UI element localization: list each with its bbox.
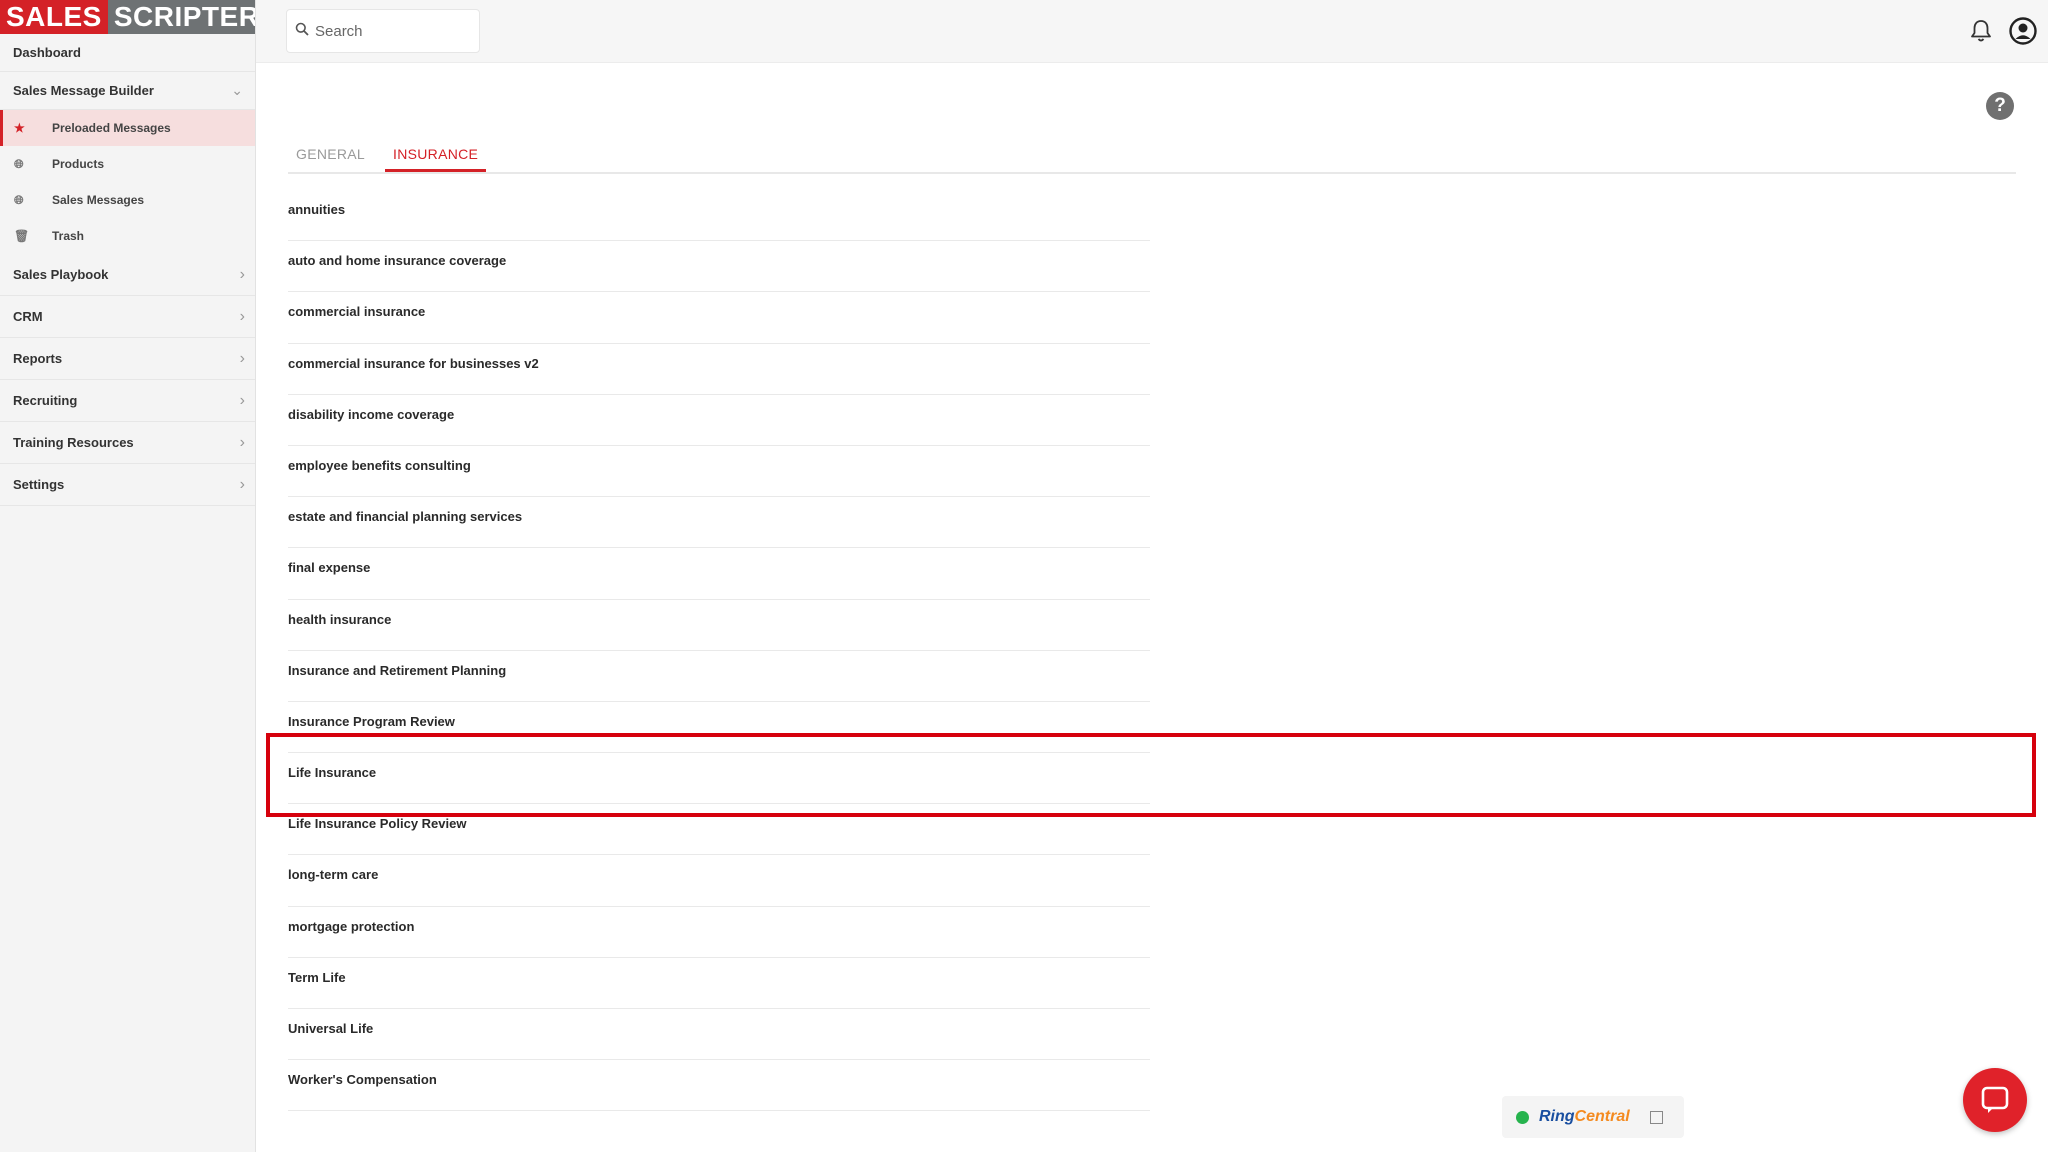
sidebar-item-label: CRM [13,309,43,324]
sidebar-subitem-label: Trash [52,229,85,243]
list-item[interactable]: Life Insurance [288,753,1150,805]
list-item[interactable]: health insurance [288,600,1150,651]
sales-scripter-logo[interactable]: SALES SCRIPTER [0,0,255,34]
top-bar [256,0,2048,63]
chevron-right-icon: › [239,391,245,409]
chevron-right-icon: › [239,433,245,451]
sidebar-item-label: Training Resources [13,435,134,450]
preloaded-message-list: annuities auto and home insurance covera… [288,190,1150,1112]
ringcentral-widget[interactable]: RingCentral [1502,1096,1684,1138]
list-item[interactable]: annuities [288,190,1150,242]
list-item[interactable]: Worker's Compensation [288,1060,1150,1112]
list-item[interactable]: long-term care [288,855,1150,907]
sidebar-item-sales-playbook[interactable]: Sales Playbook › [0,254,255,296]
chevron-right-icon: › [239,475,245,493]
status-dot-icon [1516,1110,1529,1124]
globe-icon: 🌐︎ [14,156,24,171]
globe-icon: 🌐︎ [14,192,24,207]
sidebar-item-label: Sales Message Builder [13,83,154,98]
sidebar-item-dashboard[interactable]: Dashboard [0,34,255,72]
list-item[interactable]: disability income coverage [288,395,1150,446]
chevron-right-icon: › [239,307,245,325]
sidebar-subitem-label: Preloaded Messages [52,121,171,135]
sidebar-subitem-preloaded-messages[interactable]: ★ Preloaded Messages [0,110,255,146]
sidebar-item-sales-message-builder[interactable]: Sales Message Builder ⌄ [0,72,255,110]
chat-icon [1981,1086,2009,1113]
sidebar-item-label: Sales Playbook [13,267,109,282]
sidebar-item-settings[interactable]: Settings › [0,464,255,506]
list-item[interactable]: Universal Life [288,1009,1150,1061]
chat-launcher-button[interactable] [1963,1068,2027,1132]
list-item[interactable]: Term Life [288,958,1150,1009]
search-box[interactable] [286,9,480,53]
list-item[interactable]: commercial insurance for businesses v2 [288,344,1150,395]
chevron-right-icon: › [239,265,245,283]
sidebar-subitem-sales-messages[interactable]: 🌐︎ Sales Messages [0,182,255,218]
sidebar-item-reports[interactable]: Reports › [0,338,255,380]
sidebar-subitem-label: Products [52,157,105,171]
list-item[interactable]: final expense [288,548,1150,600]
ringcentral-logo: RingCentral [1539,1108,1630,1126]
trash-icon: 🗑︎ [14,229,30,243]
list-item[interactable]: mortgage protection [288,907,1150,958]
help-icon[interactable]: ? [1986,92,2014,120]
list-item[interactable]: Life Insurance Policy Review [288,804,1150,856]
search-icon [295,22,309,40]
list-item[interactable]: employee benefits consulting [288,446,1150,498]
list-item[interactable]: auto and home insurance coverage [288,241,1150,293]
sidebar-subitem-label: Sales Messages [52,193,145,207]
sidebar-subitem-trash[interactable]: 🗑︎ Trash [0,218,255,254]
search-input[interactable] [313,21,467,41]
list-item[interactable]: estate and financial planning services [288,497,1150,549]
sidebar: SALES SCRIPTER Dashboard Sales Message B… [0,0,256,1152]
chevron-right-icon: › [239,349,245,367]
sidebar-item-recruiting[interactable]: Recruiting › [0,380,255,422]
sidebar-item-label: Recruiting [13,393,78,408]
tab-insurance[interactable]: INSURANCE [385,138,487,172]
expand-icon[interactable] [1649,1110,1663,1124]
star-icon: ★ [14,121,25,135]
list-item[interactable]: Insurance Program Review [288,702,1150,754]
chevron-down-icon: ⌄ [231,82,243,98]
notification-bell-icon[interactable] [1966,16,1996,46]
category-tabs: GENERAL INSURANCE [288,138,2016,174]
sidebar-item-crm[interactable]: CRM › [0,296,255,338]
sidebar-item-label: Dashboard [13,45,81,60]
user-account-icon[interactable] [2006,14,2040,48]
logo-part-sales: SALES [0,0,108,34]
list-item[interactable]: commercial insurance [288,292,1150,344]
list-item[interactable]: Insurance and Retirement Planning [288,651,1150,702]
sidebar-item-label: Reports [13,351,63,366]
ringcentral-brand-part-a: Ring [1539,1108,1575,1125]
sidebar-item-training-resources[interactable]: Training Resources › [0,422,255,464]
sidebar-subitem-products[interactable]: 🌐︎ Products [0,146,255,182]
tab-general[interactable]: GENERAL [288,138,373,172]
sidebar-item-label: Settings [13,477,65,492]
ringcentral-brand-part-b: Central [1574,1108,1630,1125]
logo-part-scripter: SCRIPTER [113,1,255,32]
